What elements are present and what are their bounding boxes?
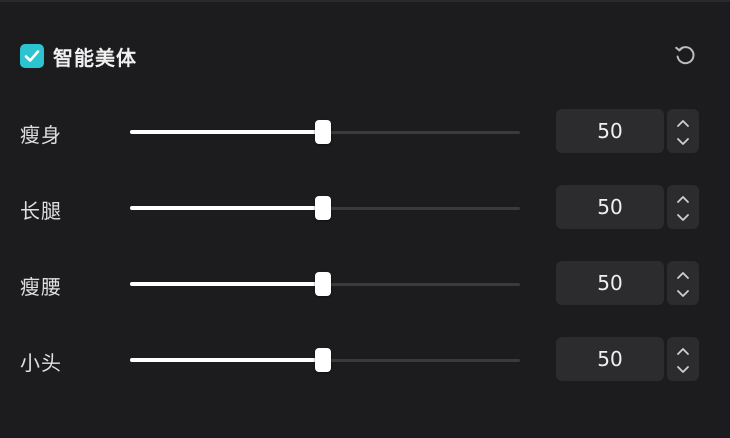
- slider-row-slim-body: 瘦身 50: [0, 109, 730, 155]
- slider-row-slim-waist: 瘦腰 50: [0, 261, 730, 307]
- chevron-up-icon: [676, 113, 690, 132]
- small-head-value-field[interactable]: 50: [556, 337, 664, 381]
- section-title: 智能美体: [53, 45, 137, 70]
- slider-fill: [130, 130, 323, 134]
- decrement-button[interactable]: [667, 131, 699, 149]
- slider-row-long-legs: 长腿 50: [0, 185, 730, 231]
- increment-button[interactable]: [667, 341, 699, 359]
- smart-body-checkbox[interactable]: [20, 44, 44, 68]
- top-divider: [0, 0, 730, 2]
- long-legs-stepper: [667, 185, 699, 229]
- increment-button[interactable]: [667, 189, 699, 207]
- decrement-button[interactable]: [667, 283, 699, 301]
- section-header: 智能美体: [20, 40, 137, 72]
- chevron-down-icon: [676, 359, 690, 378]
- chevron-down-icon: [676, 283, 690, 302]
- decrement-button[interactable]: [667, 207, 699, 225]
- increment-button[interactable]: [667, 113, 699, 131]
- slider-row-small-head: 小头 50: [0, 337, 730, 383]
- long-legs-value-field[interactable]: 50: [556, 185, 664, 229]
- row-label: 瘦腰: [20, 275, 62, 299]
- decrement-button[interactable]: [667, 359, 699, 377]
- chevron-up-icon: [676, 189, 690, 208]
- long-legs-slider[interactable]: [130, 193, 520, 223]
- row-label: 瘦身: [20, 123, 62, 147]
- slider-thumb[interactable]: [315, 196, 331, 220]
- slim-waist-stepper: [667, 261, 699, 305]
- reset-icon: [673, 43, 697, 71]
- slim-body-stepper: [667, 109, 699, 153]
- slim-waist-value-field[interactable]: 50: [556, 261, 664, 305]
- slim-waist-slider[interactable]: [130, 269, 520, 299]
- slider-fill: [130, 358, 323, 362]
- row-label: 小头: [20, 351, 62, 375]
- slim-body-slider[interactable]: [130, 117, 520, 147]
- small-head-slider[interactable]: [130, 345, 520, 375]
- slider-thumb[interactable]: [315, 120, 331, 144]
- reset-button[interactable]: [668, 40, 702, 74]
- chevron-down-icon: [676, 131, 690, 150]
- slider-fill: [130, 282, 323, 286]
- chevron-up-icon: [676, 341, 690, 360]
- slider-thumb[interactable]: [315, 272, 331, 296]
- increment-button[interactable]: [667, 265, 699, 283]
- chevron-down-icon: [676, 207, 690, 226]
- slider-thumb[interactable]: [315, 348, 331, 372]
- smart-body-panel: 智能美体 瘦身 50 长腿 50 瘦腰 50 小头 50: [0, 0, 730, 438]
- chevron-up-icon: [676, 265, 690, 284]
- slider-fill: [130, 206, 323, 210]
- row-label: 长腿: [20, 199, 62, 223]
- slim-body-value-field[interactable]: 50: [556, 109, 664, 153]
- checkmark-icon: [24, 49, 40, 63]
- small-head-stepper: [667, 337, 699, 381]
